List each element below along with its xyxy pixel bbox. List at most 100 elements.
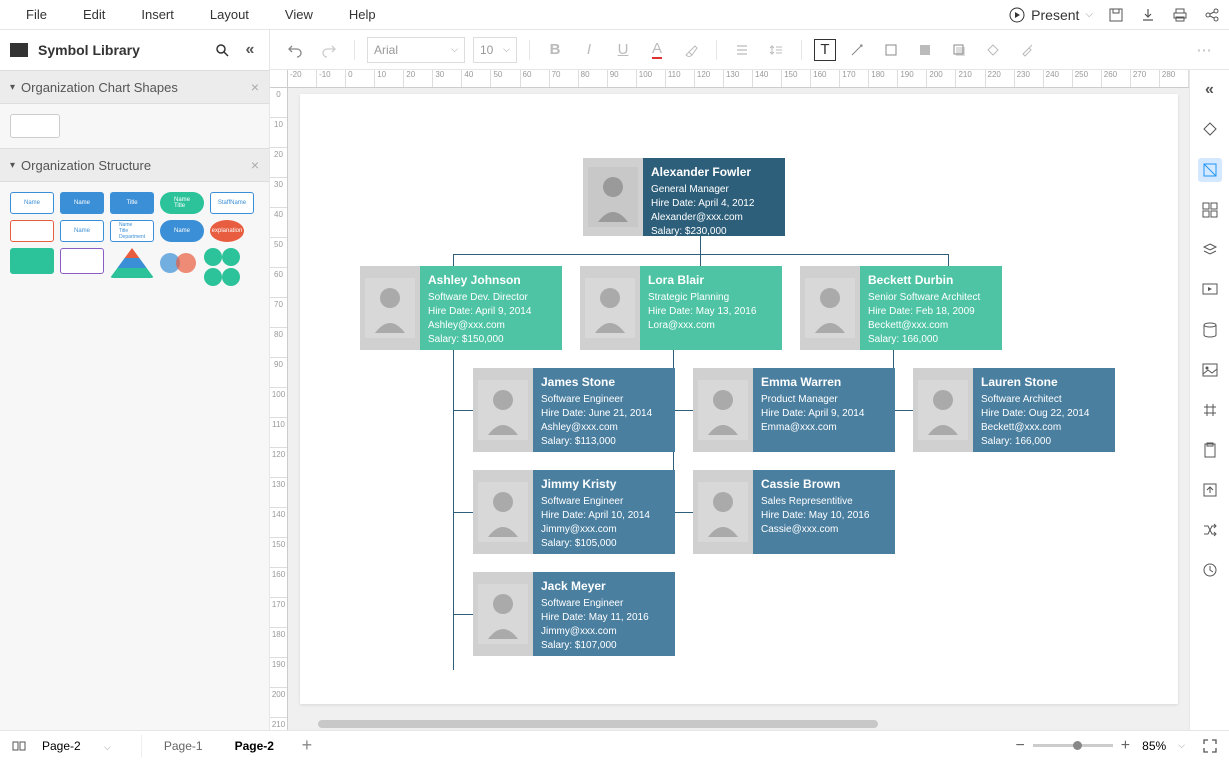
connector — [453, 614, 473, 615]
line-spacing-button[interactable] — [763, 37, 789, 63]
menu-file[interactable]: File — [8, 7, 65, 22]
shape-thumb[interactable] — [160, 248, 196, 278]
shape-fill-button[interactable] — [912, 37, 938, 63]
expand-panel-icon[interactable]: « — [1198, 78, 1222, 102]
history-icon[interactable] — [1198, 558, 1222, 582]
page-select[interactable]: Page-2 ⌵ — [34, 735, 142, 757]
org-card[interactable]: Ashley JohnsonSoftware Dev. DirectorHire… — [360, 266, 562, 350]
chevron-down-icon: ⌵ — [1085, 9, 1093, 20]
horizontal-scrollbar[interactable] — [288, 718, 1189, 730]
close-icon[interactable]: × — [251, 79, 259, 95]
shape-thumb[interactable] — [10, 114, 60, 138]
zoom-in-button[interactable]: + — [1121, 737, 1130, 755]
print-icon[interactable] — [1171, 6, 1189, 24]
fullscreen-icon[interactable] — [1201, 737, 1219, 755]
shape-style-button[interactable] — [980, 37, 1006, 63]
org-card[interactable]: Jimmy KristySoftware EngineerHire Date: … — [473, 470, 675, 554]
card-title: Strategic Planning — [648, 291, 774, 305]
shape-thumb[interactable]: Name — [160, 220, 204, 242]
close-icon[interactable]: × — [251, 157, 259, 173]
bold-button[interactable]: B — [542, 37, 568, 63]
shape-thumb[interactable]: Name — [60, 192, 104, 214]
layers-icon[interactable] — [1198, 238, 1222, 262]
org-card-root[interactable]: Alexander Fowler General Manager Hire Da… — [583, 158, 785, 236]
theme-icon[interactable] — [1198, 158, 1222, 182]
org-card[interactable]: Emma WarrenProduct ManagerHire Date: Apr… — [693, 368, 895, 452]
shape-thumb[interactable]: StaffName — [210, 192, 254, 214]
components-icon[interactable] — [1198, 198, 1222, 222]
pages-icon[interactable] — [10, 737, 28, 755]
card-email: Ashley@xxx.com — [541, 421, 667, 435]
org-card[interactable]: Jack MeyerSoftware EngineerHire Date: Ma… — [473, 572, 675, 656]
avatar — [473, 470, 533, 554]
shape-thumb[interactable]: NameTitleDepartment — [110, 220, 154, 242]
shape-thumb[interactable]: Name — [10, 192, 54, 214]
export-icon[interactable] — [1198, 478, 1222, 502]
shape-shadow-button[interactable] — [946, 37, 972, 63]
underline-button[interactable]: U — [610, 37, 636, 63]
font-size-select[interactable]: 10⌵ — [473, 37, 517, 63]
download-icon[interactable] — [1139, 6, 1157, 24]
menu-layout[interactable]: Layout — [192, 7, 267, 22]
shape-thumb[interactable]: NameTitle — [160, 192, 204, 214]
zoom-value[interactable]: 85% — [1142, 739, 1166, 753]
zoom-slider[interactable] — [1033, 744, 1113, 747]
shape-thumb[interactable]: Name — [60, 220, 104, 242]
presentation-icon[interactable] — [1198, 278, 1222, 302]
save-icon[interactable] — [1107, 6, 1125, 24]
menu-view[interactable]: View — [267, 7, 331, 22]
search-icon[interactable] — [213, 41, 231, 59]
card-name: Beckett Durbin — [868, 272, 994, 289]
shape-thumb[interactable]: Title — [110, 192, 154, 214]
tab-page2[interactable]: Page-2 — [219, 739, 290, 753]
more-button[interactable]: ⋯ — [1191, 37, 1217, 63]
section-org-shapes[interactable]: ▾ Organization Chart Shapes × — [0, 70, 269, 104]
org-card[interactable]: Lora BlairStrategic PlanningHire Date: M… — [580, 266, 782, 350]
fill-icon[interactable] — [1198, 118, 1222, 142]
collapse-sidebar-icon[interactable]: « — [241, 41, 259, 59]
card-name: Alexander Fowler — [651, 164, 777, 181]
connector — [453, 512, 473, 513]
shape-thumb[interactable]: explanation — [210, 220, 244, 242]
align-button[interactable] — [729, 37, 755, 63]
org-card[interactable]: Lauren StoneSoftware ArchitectHire Date:… — [913, 368, 1115, 452]
card-hire: Hire Date: April 4, 2012 — [651, 197, 777, 211]
present-button[interactable]: Present ⌵ — [1009, 7, 1093, 23]
zoom-out-button[interactable]: − — [1015, 737, 1024, 755]
org-card[interactable]: Beckett DurbinSenior Software ArchitectH… — [800, 266, 1002, 350]
font-color-button[interactable]: A — [644, 37, 670, 63]
shape-thumb[interactable] — [110, 248, 154, 278]
italic-button[interactable]: I — [576, 37, 602, 63]
redo-button[interactable] — [316, 37, 342, 63]
tab-page1[interactable]: Page-1 — [148, 739, 219, 753]
shape-thumb[interactable] — [10, 248, 54, 274]
connector — [453, 410, 473, 411]
shape-thumb[interactable] — [202, 248, 242, 286]
share-icon[interactable] — [1203, 6, 1221, 24]
section-org-structure[interactable]: ▾ Organization Structure × — [0, 148, 269, 182]
menu-insert[interactable]: Insert — [123, 7, 192, 22]
org-card[interactable]: James StoneSoftware EngineerHire Date: J… — [473, 368, 675, 452]
chevron-down-icon: ⌵ — [1178, 740, 1185, 751]
connector-button[interactable] — [844, 37, 870, 63]
menu-help[interactable]: Help — [331, 7, 394, 22]
card-hire: Hire Date: Feb 18, 2009 — [868, 305, 994, 319]
shuffle-icon[interactable] — [1198, 518, 1222, 542]
canvas-area[interactable]: -20-100102030405060708090100110120130140… — [270, 70, 1189, 730]
image-icon[interactable] — [1198, 358, 1222, 382]
org-card[interactable]: Cassie BrownSales RepresentitiveHire Dat… — [693, 470, 895, 554]
highlight-button[interactable] — [678, 37, 704, 63]
shape-thumb[interactable] — [60, 248, 104, 274]
database-icon[interactable] — [1198, 318, 1222, 342]
add-page-button[interactable]: + — [298, 737, 316, 755]
shape-thumb[interactable] — [10, 220, 54, 242]
clipboard-icon[interactable] — [1198, 438, 1222, 462]
text-tool-button[interactable]: T — [814, 39, 836, 61]
shape-outline-button[interactable] — [878, 37, 904, 63]
canvas[interactable]: Alexander Fowler General Manager Hire Da… — [300, 94, 1178, 704]
eyedropper-button[interactable] — [1014, 37, 1040, 63]
font-select[interactable]: Arial⌵ — [367, 37, 465, 63]
menu-edit[interactable]: Edit — [65, 7, 123, 22]
grid-icon[interactable] — [1198, 398, 1222, 422]
undo-button[interactable] — [282, 37, 308, 63]
